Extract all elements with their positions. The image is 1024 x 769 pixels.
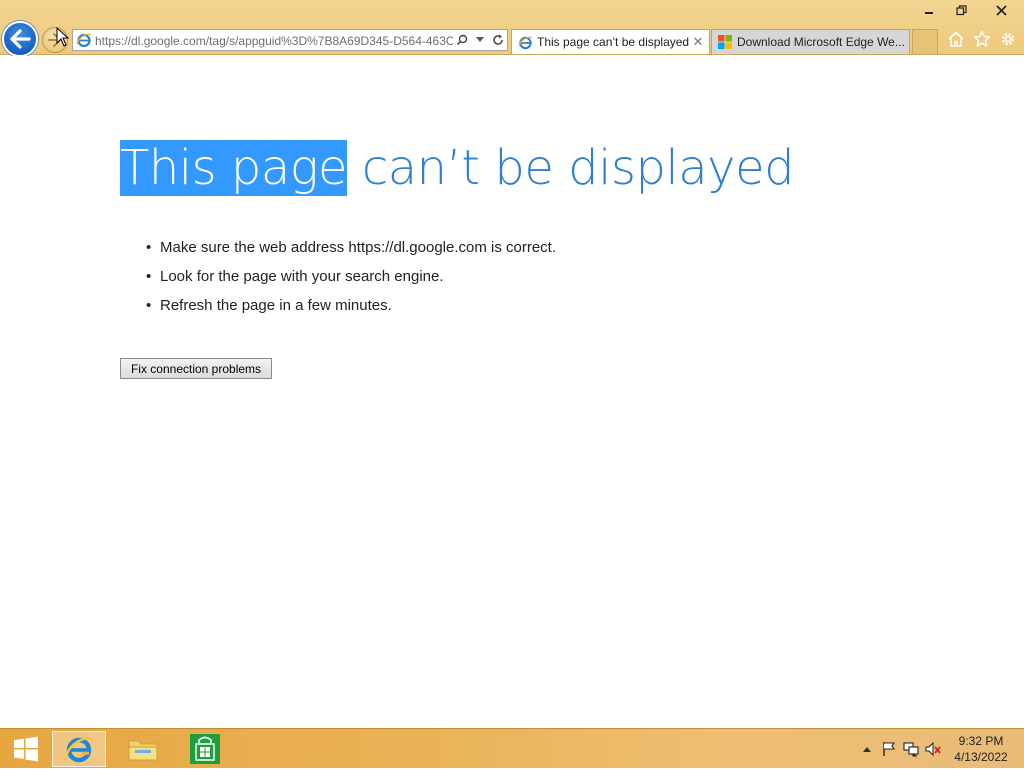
suggestion-item: Look for the page with your search engin… xyxy=(146,267,556,296)
show-hidden-icons-icon[interactable] xyxy=(856,739,878,759)
clock-date: 4/13/2022 xyxy=(954,750,1008,764)
back-arrow-icon xyxy=(10,29,31,49)
window-controls xyxy=(912,0,1024,20)
suggestion-list: Make sure the web address https://dl.goo… xyxy=(146,238,556,325)
back-button[interactable] xyxy=(2,21,38,57)
action-center-flag-icon[interactable] xyxy=(878,739,900,759)
browser-chrome: This page can’t be displayed ✕ Download … xyxy=(0,0,1024,57)
selected-title-text: This page xyxy=(120,140,348,196)
refresh-icon[interactable] xyxy=(489,30,507,50)
network-icon[interactable] xyxy=(900,739,922,759)
close-tab-icon[interactable]: ✕ xyxy=(691,34,705,50)
page-content: This page can’t be displayed Make sure t… xyxy=(0,56,1024,728)
search-icon[interactable] xyxy=(453,30,471,50)
system-clock[interactable]: 9:32 PM 4/13/2022 xyxy=(944,733,1024,765)
restore-button[interactable] xyxy=(945,0,978,20)
ie-page-icon xyxy=(516,33,534,51)
title-rest-text: can’t be displayed xyxy=(347,140,795,196)
tab-download-edge[interactable]: Download Microsoft Edge We... xyxy=(711,29,910,54)
clock-time: 9:32 PM xyxy=(958,734,1004,748)
taskbar: 9:32 PM 4/13/2022 xyxy=(0,728,1024,768)
tab-error-page[interactable]: This page can’t be displayed ✕ xyxy=(511,29,710,54)
store-icon xyxy=(190,734,220,764)
dropdown-arrow-icon[interactable] xyxy=(471,30,489,50)
internet-explorer-icon xyxy=(64,737,93,763)
system-tray: 9:32 PM 4/13/2022 xyxy=(856,729,1024,769)
minimize-button[interactable] xyxy=(912,0,945,20)
close-window-button[interactable] xyxy=(978,0,1024,20)
volume-muted-icon[interactable] xyxy=(922,739,944,759)
favorites-star-icon[interactable] xyxy=(972,29,992,49)
folder-icon xyxy=(128,740,158,761)
mouse-cursor-icon xyxy=(56,27,70,47)
home-icon[interactable] xyxy=(946,29,966,49)
windows-logo-icon xyxy=(14,736,38,762)
start-button[interactable] xyxy=(4,731,48,767)
browser-toolbar xyxy=(946,29,1018,49)
tab-label: Download Microsoft Edge We... xyxy=(737,35,905,49)
microsoft-logo-icon xyxy=(716,33,734,51)
taskbar-file-explorer[interactable] xyxy=(118,731,168,767)
taskbar-internet-explorer[interactable] xyxy=(52,731,106,767)
error-title: This page can’t be displayed xyxy=(120,135,795,201)
tab-label: This page can’t be displayed xyxy=(537,35,689,49)
ie-page-icon xyxy=(73,30,95,50)
fix-connection-button[interactable]: Fix connection problems xyxy=(120,358,272,379)
url-input[interactable] xyxy=(95,31,453,49)
suggestion-item: Make sure the web address https://dl.goo… xyxy=(146,238,556,267)
settings-gear-icon[interactable] xyxy=(998,29,1018,49)
new-tab-button[interactable] xyxy=(912,29,938,54)
suggestion-item: Refresh the page in a few minutes. xyxy=(146,296,556,325)
address-bar[interactable] xyxy=(72,29,508,51)
taskbar-store[interactable] xyxy=(180,731,230,767)
tab-strip: This page can’t be displayed ✕ Download … xyxy=(511,29,938,54)
